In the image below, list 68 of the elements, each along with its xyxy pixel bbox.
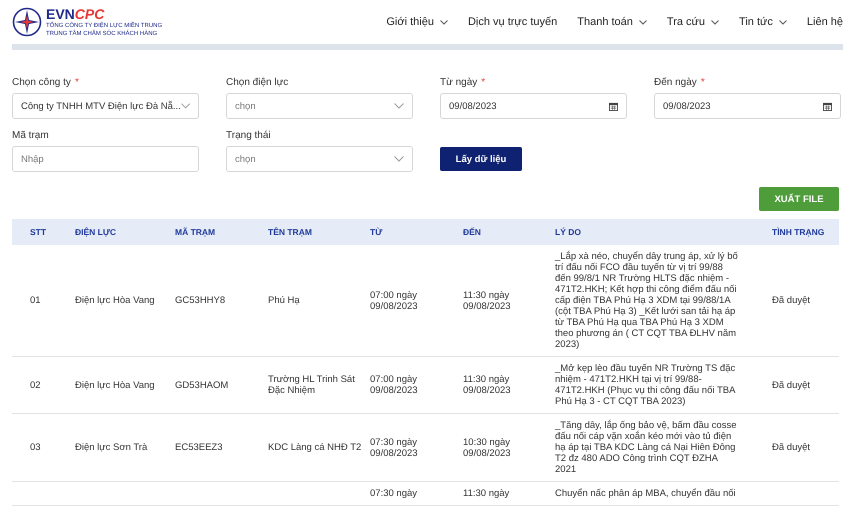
table-cell: 01: [30, 295, 41, 306]
select-field[interactable]: chọn: [226, 93, 413, 119]
nav-link[interactable]: Liên hệ: [806, 16, 843, 28]
column-header: STT: [30, 227, 46, 237]
required-mark: *: [481, 77, 486, 88]
table-cell: 11:30 ngày 09/08/2023: [463, 374, 511, 396]
table-cell: 02: [30, 380, 41, 390]
chevron-down-icon: [440, 20, 448, 24]
field-label: Từ ngày: [440, 77, 478, 88]
table-cell: 07:30 ngày 09/08/2023: [370, 436, 418, 458]
table-cell: GD53HAOM: [175, 380, 228, 390]
column-header: TÊN TRẠM: [268, 227, 312, 237]
field-label: Mã trạm: [12, 130, 49, 141]
column-header: ĐẾN: [463, 227, 481, 237]
chevron-down-icon: [711, 20, 720, 24]
table-cell: 07:30 ngày: [370, 488, 418, 499]
column-header: MÃ TRẠM: [175, 227, 216, 237]
table-cell: Đã duyệt: [772, 295, 810, 306]
table-cell: 10:30 ngày 09/08/2023: [463, 436, 511, 458]
calendar-icon: [609, 102, 618, 110]
select-field[interactable]: chọn: [226, 146, 413, 172]
column-header: LÝ DO: [555, 227, 581, 237]
calendar-icon: [823, 102, 832, 110]
table-cell: 07:00 ngày 09/08/2023: [370, 374, 418, 396]
nav-link[interactable]: Tra cứu: [666, 16, 720, 28]
table-cell: Đã duyệt: [772, 442, 810, 453]
input-field[interactable]: Nhập: [12, 146, 199, 172]
chevron-down-icon: [394, 103, 404, 109]
chevron-down-icon: [778, 20, 787, 24]
table-cell: Điện lực Hòa Vang: [75, 295, 155, 306]
field-label: Đến ngày: [654, 77, 697, 88]
date-field[interactable]: 09/08/2023: [440, 93, 627, 119]
table-cell: GC53HHY8: [175, 295, 226, 306]
table-cell: Chuyển nấc phân áp MBA, chuyển đầu nối: [555, 488, 736, 499]
table-cell: _Tăng dây, lắp ống bảo vệ, bấm đầu cosse đấu nối cáp vặn xoắn kéo mới vào tủ điện hạ áp tại TBA KDC Làng cá Nại Hiên Đông T2 đz 480 ADO Công trình CQT ĐZHA 2021: [555, 420, 737, 475]
logo-star-icon: [12, 7, 42, 37]
brand-name: EVNCPC: [46, 6, 106, 22]
date-field[interactable]: 09/08/2023: [654, 93, 841, 119]
table-cell: 11:30 ngày: [463, 488, 510, 499]
table-cell: KDC Làng cá NHĐ T2: [268, 442, 362, 453]
required-mark: *: [74, 77, 79, 88]
required-mark: *: [700, 77, 705, 88]
column-header: TÌNH TRẠNG: [772, 227, 824, 237]
fetch-data-button[interactable]: Lấy dữ liệu: [440, 147, 522, 171]
table-cell: Điện lực Sơn Trà: [75, 442, 148, 453]
nav-link[interactable]: Giới thiệu: [386, 16, 448, 28]
table-cell: 11:30 ngày 09/08/2023: [463, 290, 511, 312]
table-cell: Phú Hạ: [268, 295, 300, 306]
table-cell: 03: [30, 442, 41, 453]
nav-link[interactable]: Thanh toán: [577, 16, 647, 28]
table-cell: Trường HL Trinh Sát Đặc Nhiệm: [268, 374, 355, 396]
chevron-down-icon: [180, 103, 190, 109]
table-cell: _Lắp xà néo, chuyển dây trung áp, xử lý bố trí đấu nối FCO đầu tuyến từ vị trí 99/88 đến 99/8/1 NR Trường HLTS đặc nhiệm - 471T2.HKH; Kết hợp thi công điểm đấu nối cấp điện TBA Phú Hạ 3 XDM tại 99/88/1A (cột TBA Phú Hạ 3) _Kết lưới san tải hạ áp từ TBA Phú Hạ qua TBA Phú Hạ 3 XDM theo phương án ( CT CQT TBA ĐLHV năm 2023): [555, 251, 738, 350]
nav-link[interactable]: Dịch vụ trực tuyến: [468, 16, 558, 28]
field-label: Trạng thái: [226, 130, 271, 141]
field-label: Chọn điện lực: [226, 77, 288, 88]
nav-link[interactable]: Tin tức: [739, 16, 787, 28]
table-cell: Đã duyệt: [772, 380, 810, 390]
column-header: ĐIỆN LỰC: [75, 227, 116, 237]
column-header: TỪ: [370, 227, 382, 237]
chevron-down-icon: [394, 156, 404, 162]
select-field[interactable]: Công ty TNHH MTV Điện lực Đà Nẵ...: [12, 93, 199, 119]
table-cell: _Mở kẹp lèo đầu tuyến NR Trường TS đặc nhiệm - 471T2.HKH tại vị trí 99/88-471T2.HKH (Phục vụ thi công đấu nối TBA Phú Hạ 3 - CT CQT TBA 2023): [555, 363, 736, 407]
table-cell: 07:00 ngày 09/08/2023: [370, 290, 418, 312]
field-label: Chọn công ty: [12, 77, 71, 88]
table-cell: EC53EEZ3: [175, 442, 223, 453]
table-cell: Điện lực Hòa Vang: [75, 380, 155, 390]
chevron-down-icon: [638, 20, 647, 24]
